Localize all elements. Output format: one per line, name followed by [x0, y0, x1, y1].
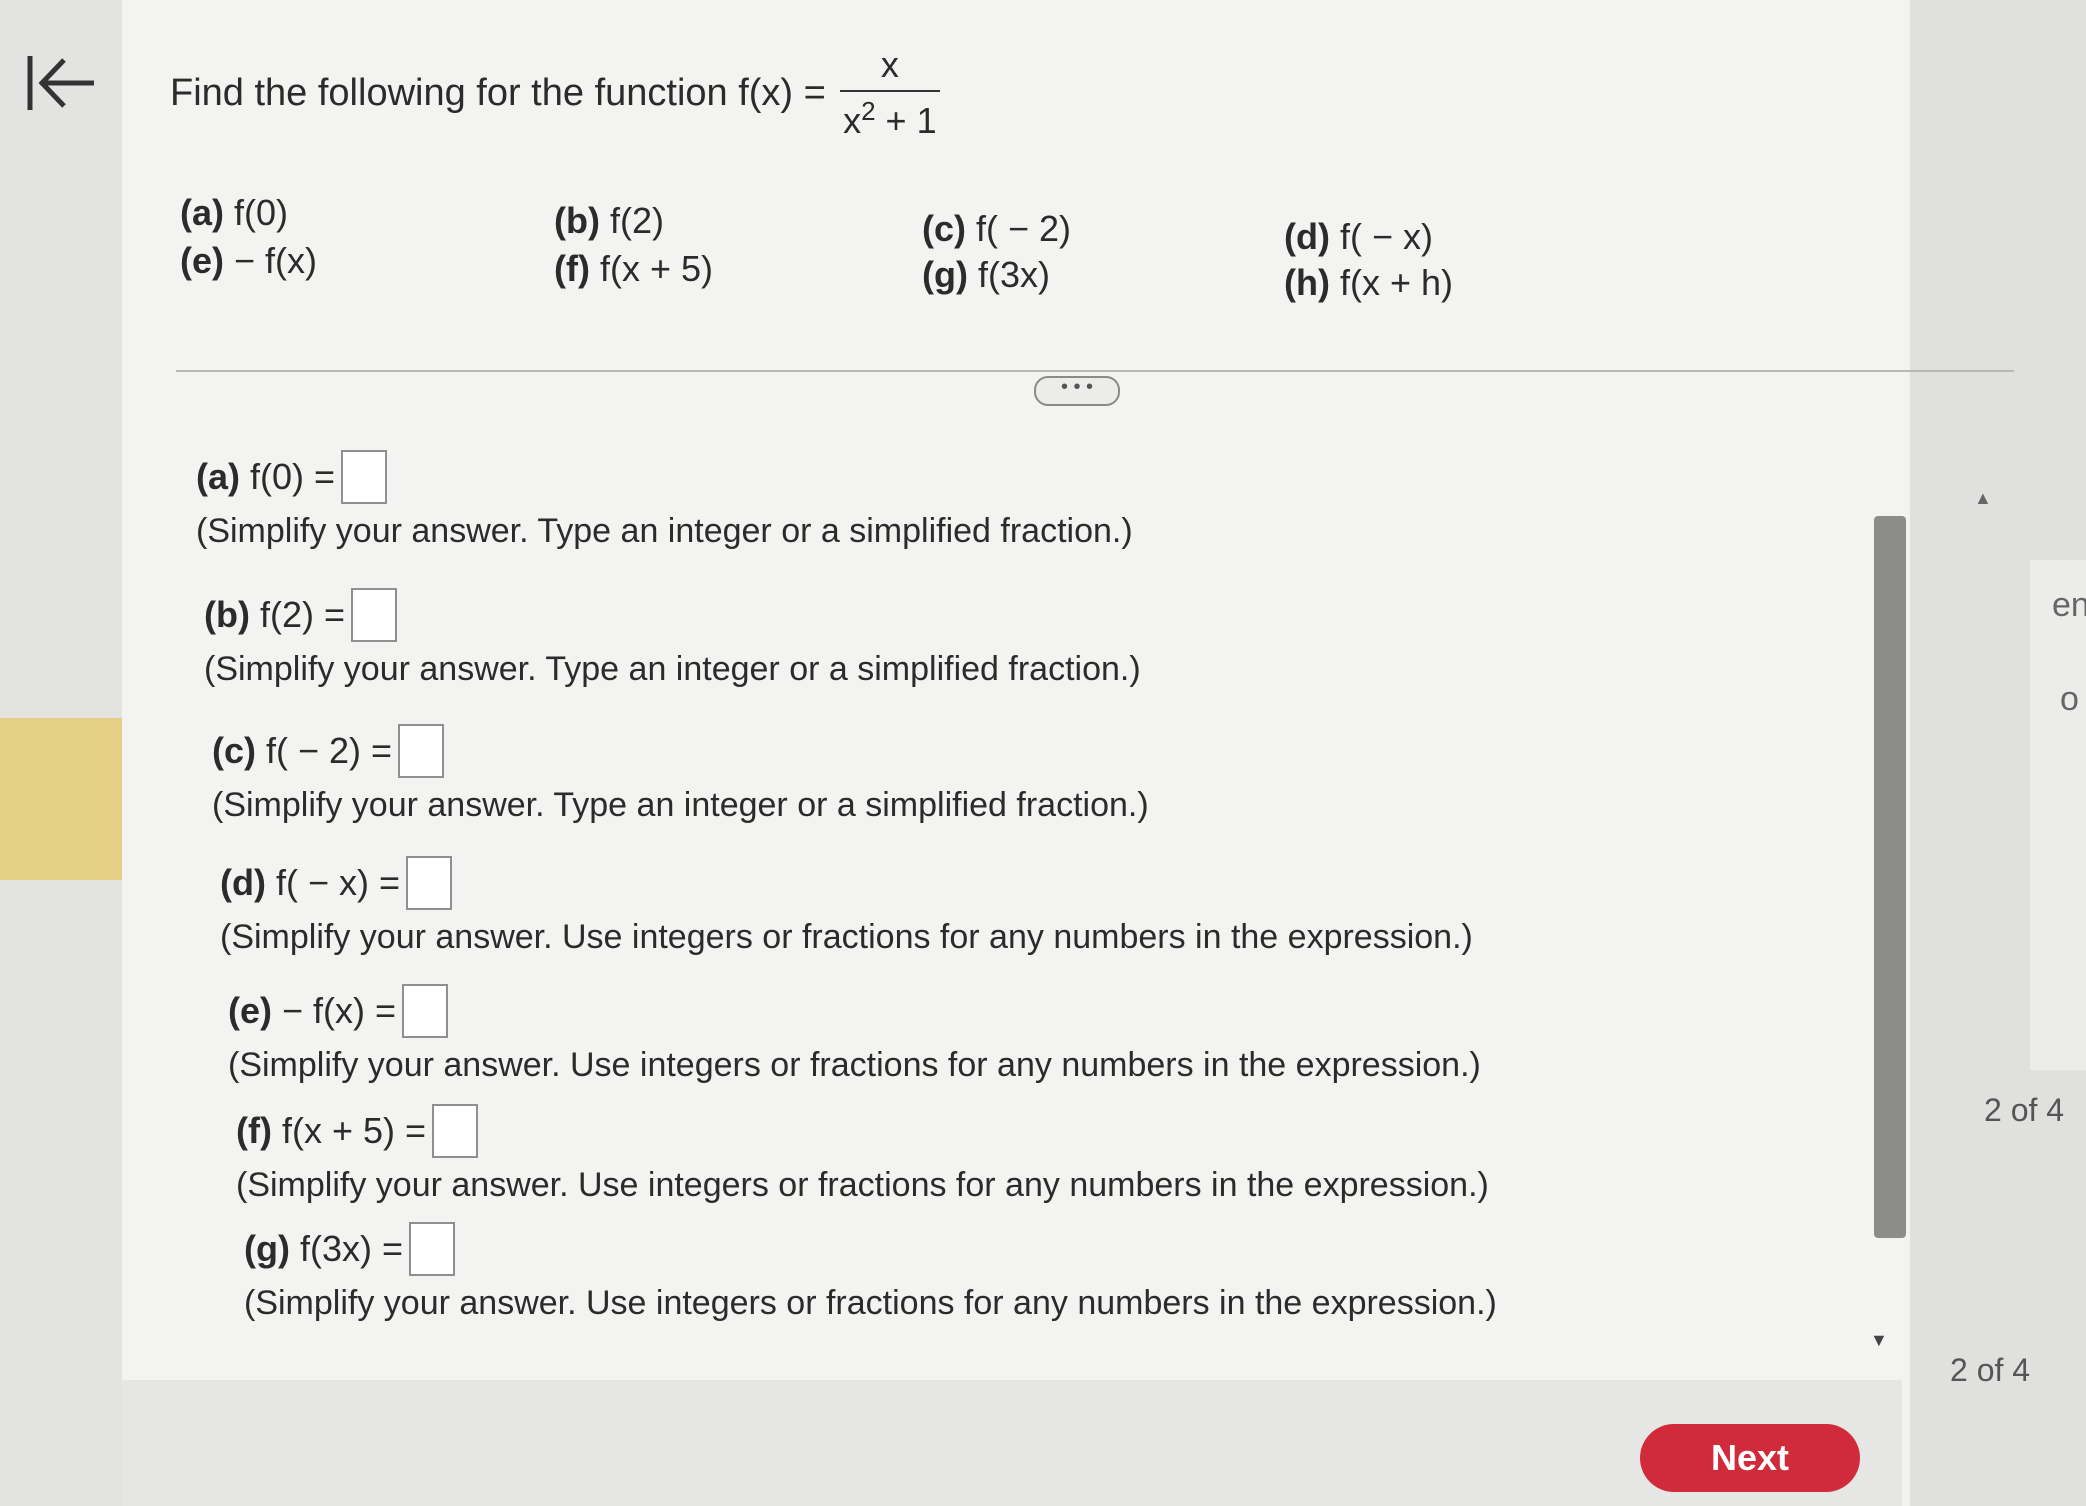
fraction-bar [839, 90, 940, 92]
scrollbar-thumb[interactable] [1874, 516, 1906, 1238]
answer-a-hint: (Simplify your answer. Type an integer o… [196, 512, 1133, 550]
answer-e: (e) − f(x) = (Simplify your answer. Use i… [228, 984, 1481, 1085]
page-counter-secondary: 2 of 4 [1950, 1352, 2031, 1388]
part-d: (d) f( − x) [1284, 216, 1433, 257]
fraction-numerator: x [880, 44, 899, 85]
back-to-start-icon[interactable] [22, 48, 102, 118]
answer-a-input[interactable] [341, 450, 388, 504]
answer-c: (c) f( − 2) = (Simplify your answer. Type… [212, 724, 1149, 825]
part-g: (g) f(3x) [922, 254, 1050, 295]
answer-g: (g) f(3x) = (Simplify your answer. Use in… [244, 1222, 1497, 1323]
part-f: (f) f(x + 5) [554, 248, 714, 289]
answer-a: (a) f(0) = (Simplify your answer. Type an… [196, 450, 1133, 551]
answer-e-input[interactable] [402, 984, 449, 1038]
scroll-up-arrow-icon[interactable]: ▲ [1974, 488, 1992, 509]
answer-b-hint: (Simplify your answer. Type an integer o… [204, 650, 1141, 688]
answer-f: (f) f(x + 5) = (Simplify your answer. Use… [236, 1104, 1489, 1205]
part-c: (c) f( − 2) [922, 208, 1072, 249]
question-prefix: Find the following for the function f(x)… [170, 71, 826, 114]
answer-g-input[interactable] [409, 1222, 455, 1276]
edge-text-cropped: en [2052, 586, 2086, 624]
answer-f-hint: (Simplify your answer. Use integers or f… [236, 1166, 1489, 1204]
answer-b: (b) f(2) = (Simplify your answer. Type an… [204, 588, 1141, 689]
answer-d-input[interactable] [406, 856, 452, 910]
page-counter: 2 of 4 [1984, 1092, 2065, 1128]
answer-d-hint: (Simplify your answer. Use integers or f… [220, 918, 1473, 956]
question-text: Find the following for the function f(x)… [170, 44, 940, 142]
part-a: (a) f(0) [180, 192, 289, 233]
answer-b-input[interactable] [351, 588, 397, 642]
answer-c-input[interactable] [398, 724, 445, 778]
part-h: (h) f(x + h) [1284, 262, 1454, 303]
answer-e-hint: (Simplify your answer. Use integers or f… [228, 1046, 1481, 1084]
right-strip-inner [2030, 560, 2086, 1070]
scroll-down-arrow-icon[interactable]: ▼ [1870, 1330, 1888, 1351]
part-b: (b) f(2) [554, 200, 664, 241]
more-button[interactable]: • • • [1034, 376, 1120, 406]
answer-g-hint: (Simplify your answer. Use integers or f… [244, 1284, 1497, 1322]
footer-bar [122, 1380, 1902, 1506]
answer-f-input[interactable] [432, 1104, 479, 1158]
answer-c-hint: (Simplify your answer. Type an integer o… [212, 786, 1149, 824]
edge-text-cropped-2: o [2060, 680, 2079, 718]
answer-d: (d) f( − x) = (Simplify your answer. Use … [220, 856, 1473, 957]
part-e: (e) − f(x) [180, 240, 318, 281]
function-fraction: x x2 + 1 [839, 44, 940, 142]
fraction-denominator: x2 + 1 [843, 96, 937, 141]
section-divider [176, 370, 2014, 372]
next-button[interactable]: Next [1640, 1424, 1860, 1492]
